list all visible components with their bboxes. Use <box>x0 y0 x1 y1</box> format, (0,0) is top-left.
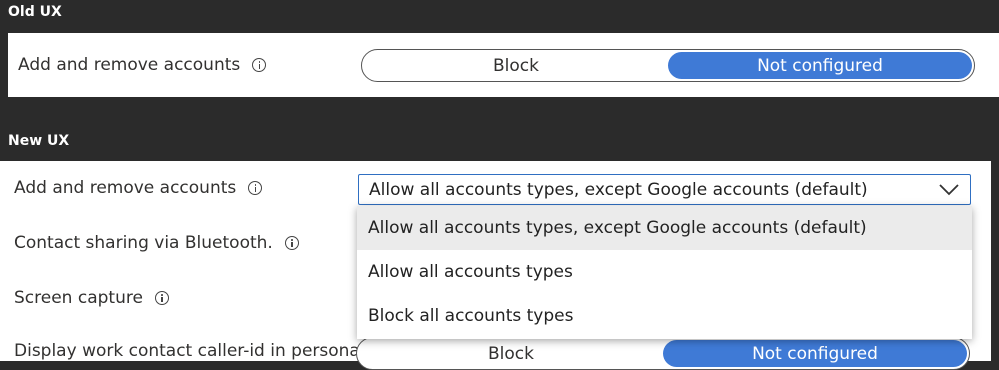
toggle-option-not-configured[interactable]: Not configured <box>668 52 972 79</box>
setting-label: Display work contact caller-id in person… <box>14 341 365 361</box>
toggle-option-not-configured[interactable]: Not configured <box>663 340 967 367</box>
display-caller-id-toggle: Block Not configured <box>356 337 970 370</box>
info-icon[interactable] <box>248 181 263 195</box>
old-ux-panel: Add and remove accounts Block Not config… <box>8 33 999 97</box>
display-work-contact-setting: Display work contact caller-id in person… <box>14 341 365 361</box>
dropdown-option-block-all[interactable]: Block all accounts types <box>357 294 972 338</box>
screen-capture-setting: Screen capture <box>14 288 169 308</box>
dropdown-option-allow-except-google[interactable]: Allow all accounts types, except Google … <box>357 206 972 250</box>
new-ux-panel: Add and remove accounts Contact sharing … <box>0 161 991 370</box>
accounts-dropdown[interactable]: Allow all accounts types, except Google … <box>358 174 971 205</box>
chevron-down-icon[interactable] <box>938 183 960 197</box>
accounts-dropdown-list: Allow all accounts types, except Google … <box>357 206 972 339</box>
old-ux-heading: Old UX <box>8 4 62 20</box>
contact-sharing-setting: Contact sharing via Bluetooth. <box>14 233 299 253</box>
setting-label: Screen capture <box>14 288 143 308</box>
new-ux-heading: New UX <box>8 133 70 149</box>
setting-label: Contact sharing via Bluetooth. <box>14 233 273 253</box>
toggle-option-block[interactable]: Block <box>359 340 663 367</box>
dropdown-selected-value: Allow all accounts types, except Google … <box>369 179 868 200</box>
old-add-remove-accounts-setting: Add and remove accounts <box>18 55 267 75</box>
info-icon[interactable] <box>252 58 267 72</box>
add-remove-accounts-setting: Add and remove accounts <box>14 178 263 198</box>
setting-label: Add and remove accounts <box>14 178 237 198</box>
info-icon[interactable] <box>284 236 299 250</box>
setting-label: Add and remove accounts <box>18 55 241 75</box>
toggle-option-block[interactable]: Block <box>364 52 668 79</box>
old-accounts-toggle: Block Not configured <box>361 49 975 82</box>
dropdown-option-allow-all[interactable]: Allow all accounts types <box>357 250 972 294</box>
info-icon[interactable] <box>154 291 169 305</box>
